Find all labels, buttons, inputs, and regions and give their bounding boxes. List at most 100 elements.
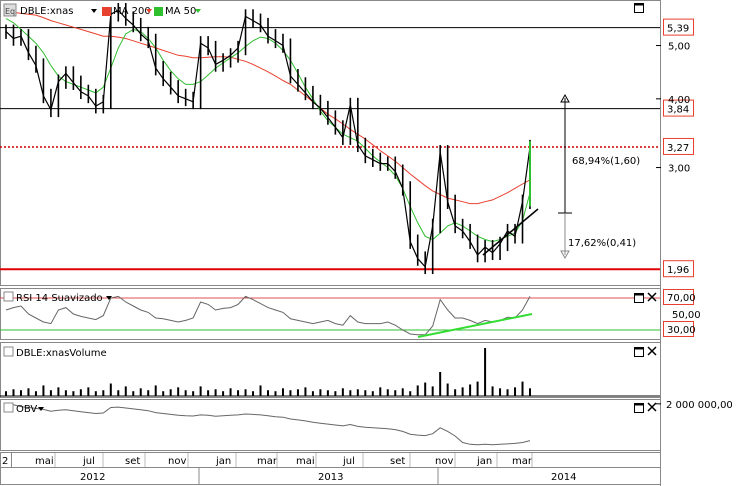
volume-maximize-icon[interactable]: [634, 347, 644, 357]
volume-bar: [237, 390, 240, 396]
volume-bar: [169, 389, 172, 396]
volume-bar: [192, 391, 195, 396]
volume-bar: [222, 391, 225, 396]
volume-bar: [394, 390, 397, 396]
volume-bar: [42, 385, 45, 396]
rsi-panel-title[interactable]: RSI 14 Suavizado: [16, 293, 103, 304]
rsi-mid-label: 50,00: [672, 310, 701, 321]
rsi-maximize-icon[interactable]: [634, 293, 644, 303]
volume-bar: [521, 381, 524, 396]
volume-bar: [514, 387, 517, 396]
volume-bar: [311, 391, 314, 396]
volume-bar: [409, 391, 412, 396]
year-label: 2014: [551, 472, 576, 483]
month-label: set: [390, 456, 405, 467]
volume-bar: [207, 390, 210, 396]
volume-bar: [259, 385, 262, 396]
obv-panel-title[interactable]: OBV: [16, 404, 37, 415]
price-maximize-icon[interactable]: [634, 3, 644, 13]
measure-down-label: 17,62%(0,41): [568, 238, 636, 249]
volume-bar: [289, 390, 292, 396]
price-level-label: 3,27: [667, 143, 689, 154]
rsi-level-label: 30,00: [667, 325, 696, 336]
svg-text:Eq: Eq: [5, 7, 15, 16]
volume-panel-title[interactable]: DBLE:xnasVolume: [16, 348, 107, 359]
obv-axis-label: 2 000 000,00: [666, 400, 733, 411]
volume-bar: [341, 388, 344, 396]
measure-up-label: 68,94%(1,60): [572, 156, 640, 167]
volume-bar: [199, 386, 202, 396]
month-label: nov: [435, 456, 453, 467]
volume-bar: [244, 389, 247, 396]
volume-bar: [319, 389, 322, 396]
volume-bar: [484, 348, 487, 396]
volume-bar: [281, 388, 284, 396]
month-label: set: [125, 456, 140, 467]
volume-bar: [371, 391, 374, 396]
volume-bar: [439, 372, 442, 396]
volume-bar: [349, 390, 352, 396]
price-panel-title[interactable]: DBLE:xnas: [20, 6, 73, 17]
volume-bar: [469, 384, 472, 396]
volume-bar: [49, 390, 52, 396]
volume-bar: [274, 391, 277, 396]
volume-bar: [132, 391, 135, 396]
year-label: 2012: [80, 472, 105, 483]
volume-bar: [446, 383, 449, 396]
price-axis-label: 4,00: [668, 95, 690, 106]
volume-bar: [147, 390, 150, 396]
obv-panel: [0, 399, 661, 451]
volume-bar: [379, 387, 382, 396]
volume-bar: [356, 389, 359, 396]
volume-bar: [27, 388, 30, 396]
month-label: jul: [82, 456, 95, 467]
rsi-level-label: 70,00: [667, 293, 696, 304]
volume-bar: [154, 385, 157, 396]
month-label: jan: [476, 456, 492, 467]
volume-bar: [64, 390, 67, 396]
ma50-legend[interactable]: MA 50: [165, 6, 196, 17]
price-axis-label: 3,00: [668, 164, 690, 175]
rsi-legend: RSI 14 Suavizado: [3, 291, 112, 304]
volume-bar: [94, 391, 97, 396]
month-label: nov: [168, 456, 186, 467]
volume-bar: [431, 386, 434, 396]
volume-bar: [364, 390, 367, 396]
stock-chart: 5,39 3,84 3,27 1,96 5,00 4,00 3,00 68,94%(1,6…: [0, 0, 733, 486]
volume-bar: [461, 387, 464, 396]
volume-bar: [177, 387, 180, 396]
price-axis-label: 5,00: [668, 42, 690, 53]
volume-bar: [184, 390, 187, 396]
price-level-label: 1,96: [667, 265, 689, 276]
month-label: mar: [512, 456, 533, 467]
volume-bar: [229, 388, 232, 396]
volume-bar: [401, 388, 404, 396]
volume-bar: [87, 387, 90, 396]
volume-bar: [499, 388, 502, 396]
volume-bar: [296, 389, 299, 396]
volume-bar: [109, 383, 112, 396]
volume-bar: [267, 390, 269, 396]
month-label: mar: [257, 456, 278, 467]
volume-bar: [5, 391, 7, 396]
month-label: jul: [342, 456, 355, 467]
year-label: 2013: [318, 472, 343, 483]
volume-bar: [124, 386, 127, 396]
volume-bar: [79, 389, 82, 396]
volume-bar: [139, 388, 142, 396]
volume-bar: [529, 388, 531, 396]
volume-bar: [416, 385, 419, 396]
volume-bar: [386, 389, 389, 396]
month-label: jan: [215, 456, 231, 467]
volume-bar: [12, 389, 15, 396]
volume-bar: [334, 391, 337, 396]
volume-bar: [72, 391, 75, 396]
time-axis-cut-label: 2: [2, 456, 8, 467]
volume-bar: [102, 390, 105, 396]
volume-legend: DBLE:xnasVolume: [3, 346, 107, 359]
ma200-legend[interactable]: MA 200: [113, 6, 151, 17]
volume-bar: [252, 391, 255, 396]
volume-bar: [19, 390, 22, 396]
price-level-label: 3,84: [667, 105, 689, 116]
obv-maximize-icon[interactable]: [634, 403, 644, 413]
